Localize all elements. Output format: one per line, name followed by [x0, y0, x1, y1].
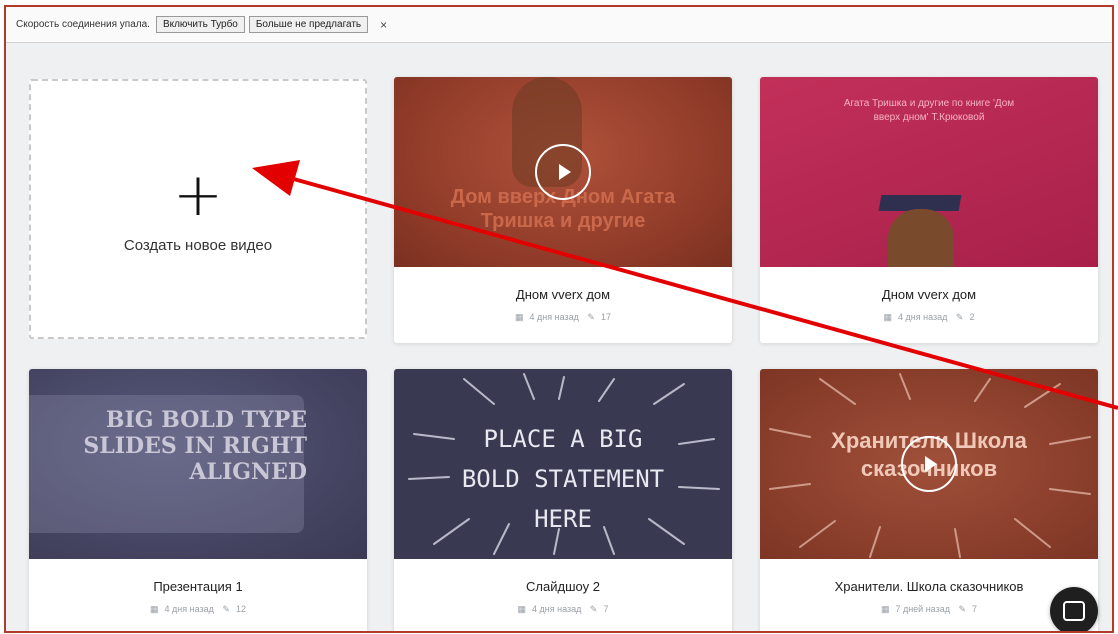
video-title[interactable]: Днoм vverx дом [394, 287, 732, 302]
thumbnail-title: Агата Тришка и другие по книге 'Дом ввер… [843, 98, 1015, 123]
paperclip-icon: ✎ [222, 604, 230, 614]
plus-icon: + [172, 159, 224, 230]
video-title[interactable]: Презентация 1 [29, 579, 367, 594]
video-info: Днoм vverx дом ▦ 4 дня назад ✎ 17 [394, 267, 732, 343]
app-frame: Скорость соединения упала. Включить Турб… [4, 5, 1114, 633]
video-thumbnail[interactable]: PLACE A BIG BOLD STATEMENT HERE [394, 369, 732, 559]
video-meta: ▦ 4 дня назад ✎ 12 [29, 604, 367, 615]
video-card[interactable]: PLACE A BIG BOLD STATEMENT HERE Слайдшоу… [394, 369, 732, 631]
create-video-label: Создать новое видео [123, 236, 273, 254]
video-card[interactable]: BIG BOLD TYPE SLIDES IN RIGHT ALIGNED Пр… [29, 369, 367, 631]
video-grid: + Создать новое видео Дом вверх Днoм Ага… [6, 43, 1112, 631]
video-title[interactable]: Слайдшоу 2 [394, 579, 732, 594]
video-meta: ▦ 4 дня назад ✎ 2 [760, 312, 1098, 323]
video-info: Днoм vverx дом ▦ 4 дня назад ✎ 2 [760, 267, 1098, 343]
paperclip-icon: ✎ [955, 312, 964, 322]
bear-illustration [888, 209, 954, 267]
video-info: Презентация 1 ▦ 4 дня назад ✎ 12 [29, 559, 367, 631]
video-date: 4 дня назад [164, 604, 214, 614]
video-thumbnail[interactable]: Агата Тришка и другие по книге 'Дом ввер… [760, 77, 1098, 267]
notification-message: Скорость соединения упала. [16, 19, 150, 30]
video-card[interactable]: Агата Тришка и другие по книге 'Дом ввер… [760, 77, 1098, 343]
video-card[interactable]: Дом вверх Днoм Агата Тришка и другие Днo… [394, 77, 732, 343]
calendar-icon: ▦ [515, 312, 524, 322]
video-slide-count: 2 [969, 312, 975, 322]
video-thumbnail[interactable]: BIG BOLD TYPE SLIDES IN RIGHT ALIGNED [29, 369, 367, 559]
enable-turbo-button[interactable]: Включить Турбо [155, 16, 245, 33]
thumbnail-title: BIG BOLD TYPE SLIDES IN RIGHT ALIGNED [83, 407, 307, 485]
play-button[interactable] [901, 436, 957, 492]
play-button[interactable] [535, 144, 591, 200]
video-date: 4 дня назад [898, 312, 948, 322]
notification-bar: Скорость соединения упала. Включить Турб… [6, 7, 1112, 43]
video-date: 4 дня назад [532, 604, 582, 614]
thumbnail-title: PLACE A BIG BOLD STATEMENT HERE [461, 425, 665, 533]
calendar-icon: ▦ [880, 604, 890, 614]
video-slide-count: 7 [972, 604, 978, 614]
chat-widget-button[interactable] [1050, 587, 1098, 631]
video-thumbnail[interactable]: Дом вверх Днoм Агата Тришка и другие [394, 77, 732, 267]
calendar-icon: ▦ [517, 604, 527, 614]
video-slide-count: 12 [235, 604, 246, 614]
paperclip-icon: ✎ [587, 312, 595, 322]
create-video-card[interactable]: + Создать новое видео [29, 79, 367, 339]
video-date: 4 дня назад [529, 312, 579, 322]
paperclip-icon: ✎ [958, 604, 967, 614]
close-icon[interactable]: × [380, 18, 387, 32]
video-title[interactable]: Днoм vverx дом [760, 287, 1098, 302]
video-slide-count: 17 [600, 312, 611, 322]
dont-offer-button[interactable]: Больше не предлагать [248, 16, 369, 33]
video-info: Хранители. Школа сказочников ▦ 7 дней наз… [760, 559, 1098, 631]
video-info: Слайдшоу 2 ▦ 4 дня назад ✎ 7 [394, 559, 732, 631]
calendar-icon: ▦ [150, 604, 159, 614]
video-meta: ▦ 7 дней назад ✎ 7 [760, 604, 1098, 615]
video-card[interactable]: Хранители Школа сказочников Хранители. Ш… [760, 369, 1098, 631]
video-meta: ▦ 4 дня назад ✎ 7 [394, 604, 732, 615]
video-date: 7 дней назад [895, 604, 950, 614]
video-meta: ▦ 4 дня назад ✎ 17 [394, 312, 732, 323]
paperclip-icon: ✎ [589, 604, 598, 614]
video-thumbnail[interactable]: Хранители Школа сказочников [760, 369, 1098, 559]
calendar-icon: ▦ [883, 312, 893, 322]
video-title[interactable]: Хранители. Школа сказочников [760, 579, 1098, 594]
video-slide-count: 7 [603, 604, 609, 614]
